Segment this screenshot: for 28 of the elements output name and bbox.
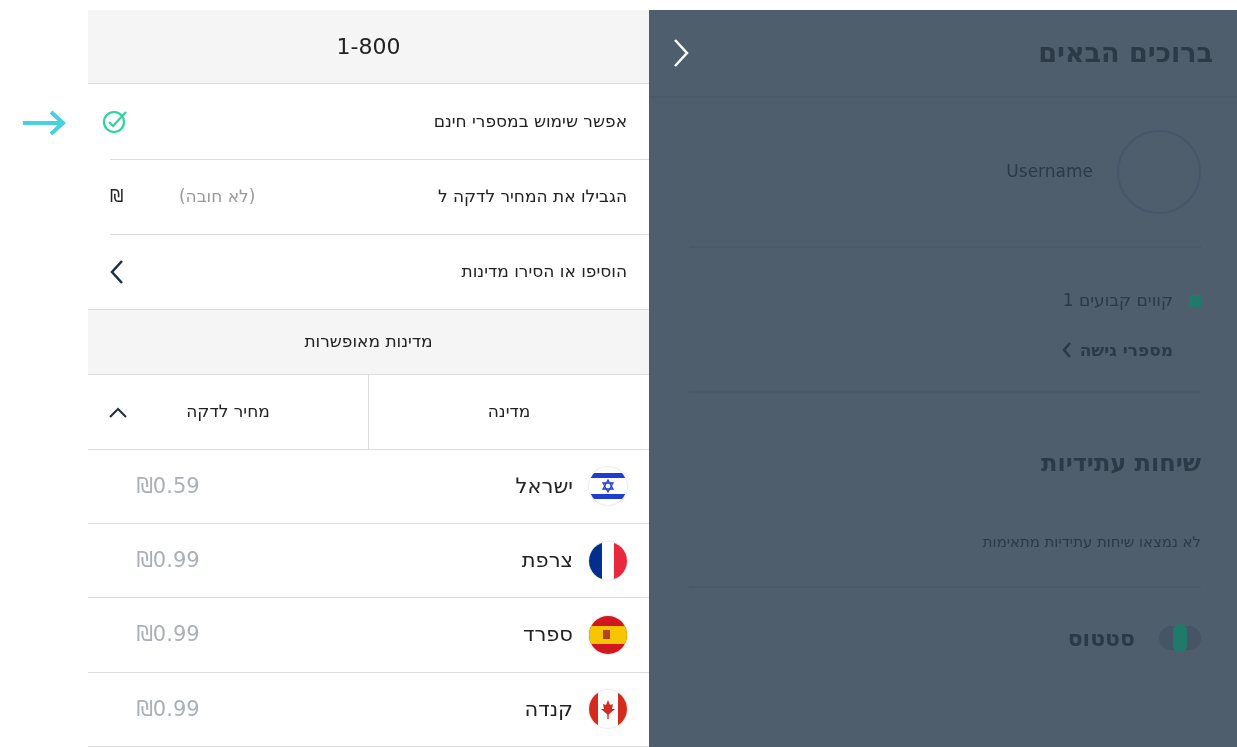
country-name: ישראל (515, 472, 573, 500)
status-toggle[interactable] (1159, 626, 1201, 650)
sort-caret-icon[interactable] (108, 406, 128, 419)
chevron-left-icon[interactable] (110, 259, 124, 285)
currency-symbol: ₪ (110, 184, 124, 208)
flag-icon (589, 467, 627, 506)
country-name: צרפת (521, 547, 573, 574)
price-per-minute: ₪0.99 (135, 695, 201, 723)
country-name: קנדה (524, 695, 573, 723)
setting-label: הגבילו את המחיר לדקה ל (437, 184, 627, 208)
flag-icon (589, 690, 627, 729)
flag-icon (589, 541, 627, 580)
flag-icon (589, 616, 627, 655)
phone-number: 1-800 (336, 33, 401, 62)
price-per-minute: ₪0.99 (135, 621, 201, 649)
column-header[interactable]: מחיר לדקה (88, 374, 368, 449)
checkbox[interactable] (102, 108, 128, 135)
chevron-right-icon[interactable] (673, 38, 689, 68)
country-name: ספרד (522, 621, 573, 649)
arrow-icon (22, 110, 66, 136)
setting-label: אפשר שימוש במספרי חינם (433, 109, 627, 133)
price-per-minute: ₪0.99 (135, 547, 201, 574)
price-limit-field[interactable]: (לא חובה) (147, 182, 258, 211)
setting-label: הוסיפו או הסירו מדינות (461, 260, 627, 284)
column-label: מחיר לדקה (186, 399, 270, 423)
price-per-minute: ₪0.59 (135, 472, 201, 500)
column-label: מדינה (487, 399, 531, 423)
section-title: מדינות מאופשרות (304, 330, 433, 354)
